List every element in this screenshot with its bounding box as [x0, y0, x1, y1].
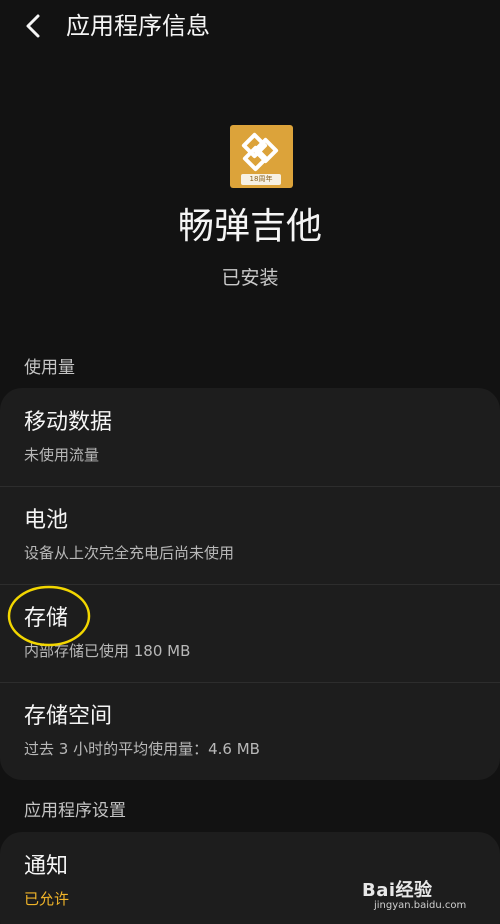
section-settings-label: 应用程序设置 [24, 801, 126, 821]
memory-title: 存储空间 [24, 704, 113, 729]
app-icon: 18周年 [230, 125, 293, 188]
install-status: 已安装 [221, 267, 279, 289]
mobile-data-item[interactable]: 移动数据 未使用流量 [0, 388, 500, 486]
battery-item[interactable]: 电池 设备从上次完全充电后尚未使用 [0, 486, 500, 584]
mobile-data-subtitle: 未使用流量 [24, 446, 100, 464]
storage-title: 存储 [24, 606, 69, 631]
battery-subtitle: 设备从上次完全充电后尚未使用 [24, 544, 235, 562]
app-info-screen: 应用程序信息 18周年 畅弹吉他 已安装 使用量 移动数据 未使用流量 电池 设… [0, 0, 500, 924]
back-button[interactable] [18, 10, 50, 42]
top-app-bar: 应用程序信息 [0, 0, 500, 60]
memory-subtitle: 过去 3 小时的平均使用量：4.6 MB [24, 740, 260, 758]
notifications-status: 已允许 [24, 890, 70, 908]
page-title: 应用程序信息 [66, 12, 210, 40]
memory-item[interactable]: 存储空间 过去 3 小时的平均使用量：4.6 MB [0, 682, 500, 780]
storage-subtitle: 内部存储已使用 180 MB [24, 642, 191, 660]
watermark-url: jingyan.baidu.com [374, 900, 467, 911]
mobile-data-title: 移动数据 [24, 410, 113, 435]
battery-title: 电池 [24, 508, 69, 533]
chevron-left-icon [26, 14, 40, 38]
notifications-title: 通知 [24, 854, 69, 879]
usage-card: 移动数据 未使用流量 电池 设备从上次完全充电后尚未使用 存储 内部存储已使用 … [0, 388, 500, 780]
watermark-brand: Bai经验 [362, 880, 433, 901]
anniversary-badge: 18周年 [241, 174, 281, 185]
app-name: 畅弹吉他 [177, 206, 322, 247]
storage-item[interactable]: 存储 内部存储已使用 180 MB [0, 584, 500, 682]
baidu-jingyan-watermark: Bai经验 jingyan.baidu.com [362, 874, 492, 916]
section-usage-label: 使用量 [24, 358, 75, 378]
